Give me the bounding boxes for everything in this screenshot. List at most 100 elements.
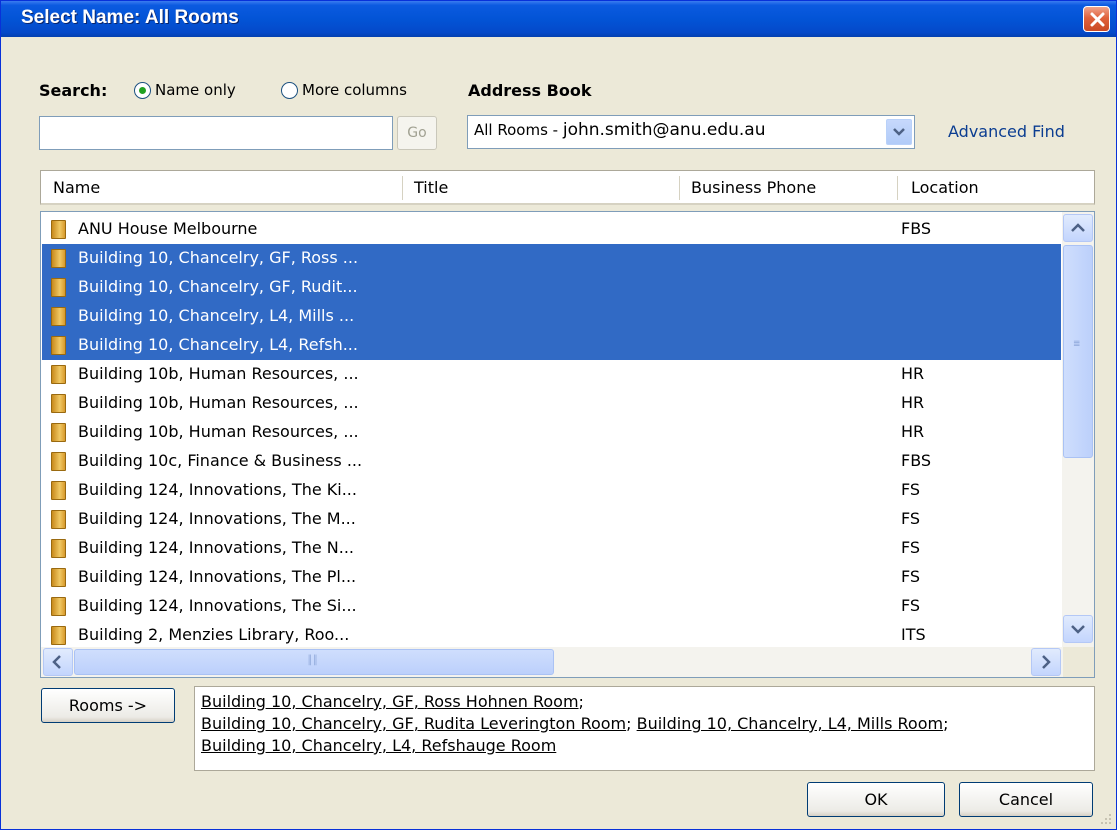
scroll-down-button[interactable] — [1063, 615, 1093, 643]
chevron-down-icon — [1071, 625, 1085, 634]
column-title[interactable]: Title — [414, 178, 448, 197]
table-row[interactable]: Building 2, Menzies Library, Roo... ITS — [42, 621, 1061, 650]
chevron-down-icon — [893, 128, 905, 136]
table-row[interactable]: Building 10, Chancelry, GF, Ross ... — [42, 244, 1061, 273]
row-name: Building 10, Chancelry, L4, Refsh... — [78, 335, 358, 354]
row-location: HR — [901, 393, 925, 412]
window-title: Select Name: All Rooms — [21, 7, 239, 28]
row-location: FS — [901, 480, 921, 499]
table-row[interactable]: Building 10b, Human Resources, ... HR — [42, 418, 1061, 447]
column-business-phone[interactable]: Business Phone — [691, 178, 816, 197]
name-only-label[interactable]: Name only — [155, 81, 236, 99]
row-name: Building 124, Innovations, The Si... — [78, 596, 357, 615]
row-name: ANU House Melbourne — [78, 219, 258, 238]
row-location: FS — [901, 538, 921, 557]
search-label: Search: — [39, 81, 108, 100]
room-icon — [51, 423, 66, 442]
room-icon — [51, 307, 66, 326]
table-row[interactable]: ANU House Melbourne FBS — [42, 215, 1061, 244]
title-bar[interactable]: Select Name: All Rooms — [1, 1, 1116, 37]
row-name: Building 10b, Human Resources, ... — [78, 364, 359, 383]
table-row[interactable]: Building 10b, Human Resources, ... HR — [42, 389, 1061, 418]
table-row[interactable]: Building 10, Chancelry, GF, Rudit... — [42, 273, 1061, 302]
row-name: Building 10, Chancelry, GF, Rudit... — [78, 277, 358, 296]
chevron-left-icon — [52, 655, 61, 669]
row-name: Building 10c, Finance & Business ... — [78, 451, 363, 470]
room-icon — [51, 278, 66, 297]
row-name: Building 124, Innovations, The Ki... — [78, 480, 357, 499]
horizontal-scroll-thumb[interactable]: ║║ — [74, 649, 554, 675]
row-name: Building 10b, Human Resources, ... — [78, 422, 359, 441]
vertical-scroll-thumb[interactable]: ═ ═ — [1063, 245, 1093, 458]
table-row[interactable]: Building 10, Chancelry, L4, Refsh... — [42, 331, 1061, 360]
selected-room[interactable]: Building 10, Chancelry, L4, Mills Room — [637, 714, 943, 733]
chevron-right-icon — [1042, 655, 1051, 669]
room-icon — [51, 510, 66, 529]
row-location: ITS — [901, 625, 926, 644]
room-icon — [51, 394, 66, 413]
table-row[interactable]: Building 124, Innovations, The M... FS — [42, 505, 1061, 534]
vertical-scrollbar[interactable]: ═ ═ — [1062, 212, 1094, 647]
scroll-right-button[interactable] — [1031, 648, 1061, 676]
close-button[interactable] — [1083, 6, 1110, 32]
table-row[interactable]: Building 10b, Human Resources, ... HR — [42, 360, 1061, 389]
horizontal-scrollbar[interactable]: ║║ — [41, 647, 1094, 677]
selected-room[interactable]: Building 10, Chancelry, GF, Ross Hohnen … — [201, 692, 579, 711]
row-location: FS — [901, 596, 921, 615]
address-book-label: Address Book — [468, 81, 592, 100]
room-icon — [51, 365, 66, 384]
selected-rooms-field[interactable]: Building 10, Chancelry, GF, Ross Hohnen … — [194, 686, 1095, 771]
row-name: Building 10, Chancelry, L4, Mills ... — [78, 306, 355, 325]
table-row[interactable]: Building 10c, Finance & Business ... FBS — [42, 447, 1061, 476]
column-header: Name Title Business Phone Location — [40, 170, 1095, 205]
row-name: Building 10, Chancelry, GF, Ross ... — [78, 248, 359, 267]
room-icon — [51, 249, 66, 268]
table-row[interactable]: Building 10, Chancelry, L4, Mills ... — [42, 302, 1061, 331]
scroll-up-button[interactable] — [1063, 214, 1093, 242]
resize-grip-icon[interactable] — [1099, 812, 1113, 826]
name-only-radio[interactable] — [134, 82, 151, 99]
address-book-value: All Rooms - john.smith@anu.edu.au — [474, 120, 766, 140]
room-icon — [51, 481, 66, 500]
row-name: Building 124, Innovations, The M... — [78, 509, 356, 528]
room-icon — [51, 336, 66, 355]
close-icon — [1090, 12, 1105, 27]
room-icon — [51, 452, 66, 471]
room-icon — [51, 539, 66, 558]
row-location: FBS — [901, 219, 932, 238]
room-list[interactable]: ANU House Melbourne FBS Building 10, Chanc… — [40, 211, 1095, 678]
ok-button[interactable]: OK — [807, 782, 945, 817]
row-location: FBS — [901, 451, 932, 470]
column-location[interactable]: Location — [911, 178, 979, 197]
selected-room[interactable]: Building 10, Chancelry, GF, Rudita Lever… — [201, 714, 626, 733]
row-name: Building 124, Innovations, The Pl... — [78, 567, 357, 586]
table-row[interactable]: Building 124, Innovations, The N... FS — [42, 534, 1061, 563]
row-location: HR — [901, 364, 925, 383]
rooms-button[interactable]: Rooms -> — [41, 688, 175, 723]
row-location: HR — [901, 422, 925, 441]
dropdown-button[interactable] — [886, 119, 912, 145]
room-icon — [51, 568, 66, 587]
cancel-button[interactable]: Cancel — [959, 782, 1093, 817]
table-row[interactable]: Building 124, Innovations, The Ki... FS — [42, 476, 1061, 505]
scroll-left-button[interactable] — [43, 648, 73, 676]
row-name: Building 124, Innovations, The N... — [78, 538, 354, 557]
search-input[interactable] — [39, 116, 393, 150]
row-location: FS — [901, 567, 921, 586]
room-icon — [51, 597, 66, 616]
more-columns-radio[interactable] — [281, 82, 298, 99]
selected-room[interactable]: Building 10, Chancelry, L4, Refshauge Ro… — [201, 736, 556, 755]
chevron-up-icon — [1071, 223, 1085, 232]
table-row[interactable]: Building 124, Innovations, The Si... FS — [42, 592, 1061, 621]
advanced-find-link[interactable]: Advanced Find — [948, 122, 1065, 141]
column-name[interactable]: Name — [53, 178, 100, 197]
select-name-dialog: Select Name: All Rooms Search: Name only… — [0, 0, 1117, 830]
room-icon — [51, 220, 66, 239]
go-button[interactable]: Go — [397, 116, 437, 150]
row-name: Building 2, Menzies Library, Roo... — [78, 625, 350, 644]
address-book-select[interactable]: All Rooms - john.smith@anu.edu.au — [467, 115, 915, 149]
row-location: FS — [901, 509, 921, 528]
row-name: Building 10b, Human Resources, ... — [78, 393, 359, 412]
table-row[interactable]: Building 124, Innovations, The Pl... FS — [42, 563, 1061, 592]
more-columns-label[interactable]: More columns — [302, 81, 407, 99]
